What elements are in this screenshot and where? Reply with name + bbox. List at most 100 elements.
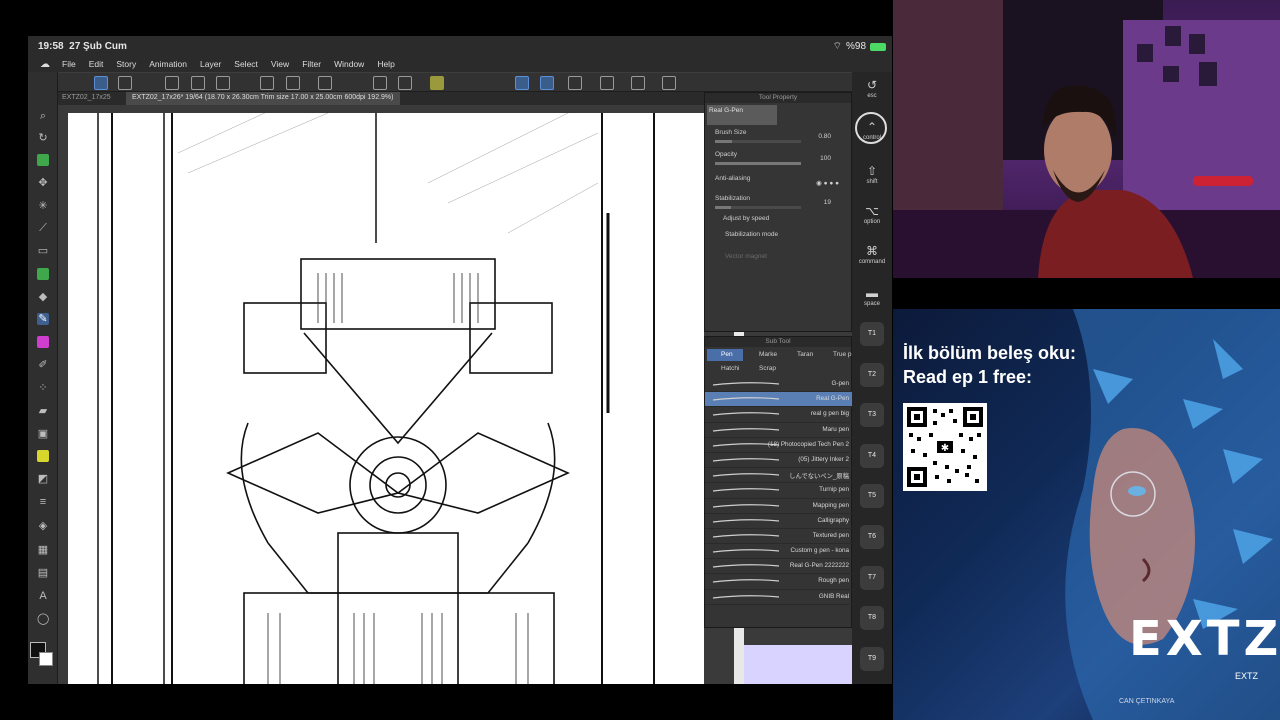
snap-special-ruler-button[interactable]: [540, 76, 554, 90]
gradient-tool-icon[interactable]: ◩: [37, 473, 49, 485]
menu-edit[interactable]: Edit: [89, 59, 104, 69]
option-key[interactable]: ⌥ option: [857, 204, 887, 225]
tkey-t5[interactable]: T5: [860, 484, 884, 509]
brush-item[interactable]: GNIB Real: [705, 590, 853, 605]
brush-item[interactable]: Rough pen: [705, 574, 853, 590]
brush-size-row[interactable]: Brush Size 0.80: [713, 129, 843, 147]
antialias-row[interactable]: Anti-aliasing ◉ ● ● ●: [713, 175, 843, 193]
brush-item[interactable]: Calligraphy: [705, 514, 853, 529]
eyedropper-icon[interactable]: ⟋: [37, 222, 49, 234]
brush-item[interactable]: Mapping pen: [705, 499, 853, 514]
balloon-tool-icon[interactable]: ◯: [37, 613, 49, 625]
zoom-tool-icon[interactable]: ⌕: [37, 110, 49, 122]
move-tool-icon[interactable]: ✥: [37, 177, 49, 189]
esc-key[interactable]: ↺ esc: [857, 78, 887, 99]
fill-button[interactable]: [373, 76, 387, 90]
brush-item[interactable]: real g pen big: [705, 407, 853, 423]
subtool-tab-scrap[interactable]: Scrap: [745, 363, 781, 375]
subtool-tab-hatching[interactable]: Hatchi: [707, 363, 743, 375]
clear-button[interactable]: [318, 76, 332, 90]
brush-item[interactable]: Textured pen: [705, 529, 853, 545]
antialias-options[interactable]: ◉ ● ● ●: [816, 179, 839, 187]
ruler-button[interactable]: [568, 76, 582, 90]
tab-extz02-17x25[interactable]: EXTZ02_17x25: [62, 94, 111, 101]
blend-tool-icon[interactable]: ▣: [37, 428, 49, 440]
menu-layer[interactable]: Layer: [200, 59, 221, 69]
brush-item[interactable]: Maru pen: [705, 423, 853, 438]
menu-story[interactable]: Story: [116, 59, 136, 69]
transform-button[interactable]: [398, 76, 412, 90]
eraser-icon[interactable]: ▰: [37, 405, 49, 417]
brush-item[interactable]: しんでないペン_原稿: [705, 468, 853, 484]
tkey-t1[interactable]: T1: [860, 322, 884, 346]
edit-button[interactable]: [631, 76, 645, 90]
pen-tool-icon[interactable]: ✎: [37, 313, 49, 325]
brush-size-slider[interactable]: [715, 140, 801, 143]
app-logo-icon[interactable]: ☁: [28, 59, 62, 70]
color-swatch-button[interactable]: [430, 76, 444, 90]
frame-border-icon[interactable]: ▦: [37, 544, 49, 556]
tkey-t3[interactable]: T3: [860, 403, 884, 428]
subtool-tab-taran[interactable]: Taran: [783, 349, 819, 361]
snap-ruler-button[interactable]: [515, 76, 529, 90]
shift-key[interactable]: ⇧ shift: [857, 164, 887, 185]
auto-select-icon[interactable]: [37, 268, 49, 280]
view-toggle-button[interactable]: [118, 76, 132, 90]
decoration-tool-icon[interactable]: [37, 450, 49, 462]
redo-button[interactable]: [286, 76, 300, 90]
panel-button[interactable]: [600, 76, 614, 90]
opacity-value[interactable]: 100: [820, 155, 831, 162]
stabilization-mode-row[interactable]: Stabilization mode: [713, 231, 843, 249]
menu-window[interactable]: Window: [334, 59, 364, 69]
pen-mode-button[interactable]: [94, 76, 108, 90]
brush-item[interactable]: G-pen: [705, 377, 853, 393]
pencil-tool-icon[interactable]: ✐: [37, 359, 49, 371]
manga-page[interactable]: [68, 113, 704, 684]
menu-select[interactable]: Select: [234, 59, 258, 69]
opacity-row[interactable]: Opacity 100: [713, 151, 843, 169]
brush-item[interactable]: (05) Jittery Inker 2: [705, 453, 853, 469]
brush-item[interactable]: (18) Photocopied Tech Pen 2: [705, 438, 853, 453]
menu-file[interactable]: File: [62, 59, 76, 69]
save-button[interactable]: [216, 76, 230, 90]
tkey-t4[interactable]: T4: [860, 443, 884, 468]
subtool-tab-marker[interactable]: Marke: [745, 349, 781, 361]
tkey-t7[interactable]: T7: [860, 565, 884, 590]
sub-color-swatch[interactable]: [39, 652, 53, 666]
vector-magnet-row[interactable]: Vector magnet: [713, 253, 843, 271]
new-file-button[interactable]: [165, 76, 179, 90]
space-key[interactable]: ▬ space: [857, 286, 887, 307]
menu-view[interactable]: View: [271, 59, 289, 69]
tab-extz02-17x26[interactable]: EXTZ02_17x26* 19/64 (18.70 x 26.30cm Tri…: [126, 92, 400, 105]
operation-tool-icon[interactable]: [37, 154, 49, 166]
stabilization-value[interactable]: 19: [824, 199, 831, 206]
qr-code[interactable]: ✱: [903, 403, 987, 491]
tkey-t8[interactable]: T8: [860, 606, 884, 631]
text-tool-icon[interactable]: A: [37, 590, 49, 602]
brush-size-value[interactable]: 0.80: [818, 133, 831, 140]
tkey-t6[interactable]: T6: [860, 525, 884, 549]
rotate-tool-icon[interactable]: ↻: [37, 132, 49, 144]
brush-item[interactable]: Custom g pen - kona: [705, 544, 853, 560]
menu-help[interactable]: Help: [377, 59, 394, 69]
stabilization-row[interactable]: Stabilization 19: [713, 195, 843, 213]
opacity-slider[interactable]: [715, 162, 801, 165]
control-key[interactable]: ⌃ control: [857, 120, 887, 141]
open-file-button[interactable]: [191, 76, 205, 90]
subtool-tab-pen[interactable]: Pen: [707, 349, 743, 361]
brush-item[interactable]: Turnip pen: [705, 483, 853, 499]
figure-tool-icon[interactable]: ≡: [37, 496, 49, 508]
brush-item[interactable]: Real G-Pen: [705, 392, 853, 408]
brush-item[interactable]: Real G-Pen 2222222: [705, 559, 853, 575]
fill-bucket-icon[interactable]: ◆: [37, 291, 49, 303]
ruler-tool-icon[interactable]: ▤: [37, 567, 49, 579]
selection-tool-icon[interactable]: ▭: [37, 245, 49, 257]
menu-filter[interactable]: Filter: [302, 59, 321, 69]
export-button[interactable]: [662, 76, 676, 90]
fill-tool-icon[interactable]: ◈: [37, 520, 49, 532]
command-key[interactable]: ⌘ command: [857, 244, 887, 265]
brush-tool-icon[interactable]: [37, 336, 49, 348]
tkey-t9[interactable]: T9: [860, 646, 884, 671]
undo-button[interactable]: [260, 76, 274, 90]
subtool-tab-true-pen[interactable]: True p: [819, 349, 853, 361]
